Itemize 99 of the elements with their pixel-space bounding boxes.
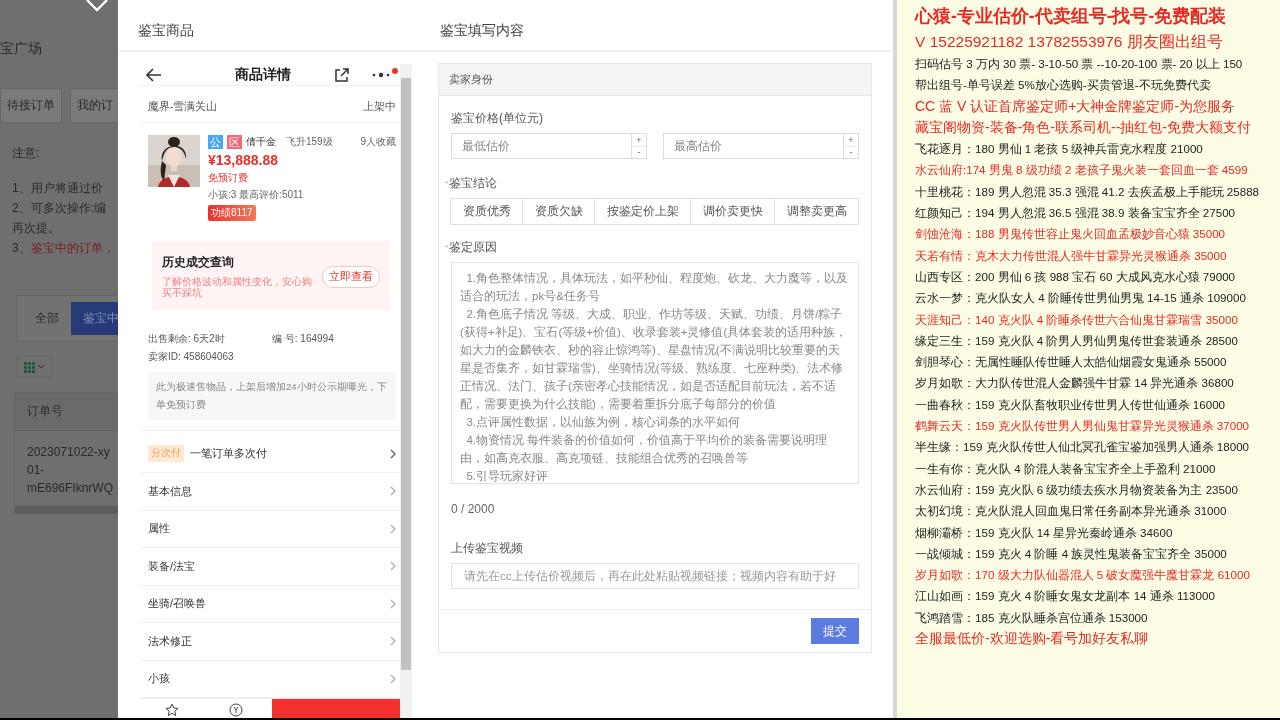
note-line: 飞鸿踏雪：185 克火队睡杀宫位通杀 153000 [915, 609, 1149, 626]
panel-title: 鉴宝商品 [118, 0, 420, 52]
note-line: 一生有你：克火队 4 阶混人装备宝宝齐全上手盈利 21000 [915, 460, 1217, 477]
note-line: 岁月如歌：大力队传世混人金麟强牛甘霖 14 异光通杀 36800 [915, 375, 1235, 392]
share-icon[interactable] [334, 66, 350, 83]
notice-text: 2、可多次操作:编 [12, 200, 108, 217]
note-line: CC 蓝 V 认证首席鉴定师+大神金牌鉴定师-为您服务 [915, 96, 1237, 116]
note-line: 一曲春秋：159 克火队畜牧职业传世男人传世仙通杀 16000 [915, 396, 1227, 413]
required-mark: * [445, 243, 449, 252]
note-line: 帮出组号-单号误差 5%放心选购-买贵管退-不玩免费代卖 [915, 77, 1212, 94]
note-line: 太初幻境：克火队混人回血鬼日常任务副本异光通杀 31000 [915, 503, 1228, 520]
price-field[interactable]: 最高估价 [663, 133, 843, 159]
video-link-field[interactable]: 请先在cc上传估价视频后，再在此处粘贴视频链接；视频内容有助于好 [451, 563, 859, 589]
required-mark: * [445, 179, 449, 188]
chevron-right-icon [390, 523, 396, 534]
section-title: 卖家身份 [439, 64, 871, 96]
star-icon[interactable] [165, 703, 179, 717]
server-name: 魔界-雪满关山 [148, 100, 218, 114]
conclusion-option[interactable]: 资质优秀 [450, 198, 523, 225]
note-line: 剑蚀沧海：188 男鬼传世容止鬼火回血孟极妙音心猿 35000 [915, 226, 1227, 243]
tag: 公 [208, 135, 223, 149]
grid-icon [23, 361, 35, 373]
listing-note: 此为极速售物品，上架后增加24小时公示期曝光，下单免预订费 [148, 372, 396, 420]
conclusion-option[interactable]: 资质欠缺 [522, 198, 595, 225]
notice-text: 1、用户将通过价 [12, 180, 104, 197]
character-counter: 0 / 2000 [451, 502, 496, 516]
note-line: V 15225921182 13782553976 朋友圈出组号 [915, 32, 1224, 52]
chevron-right-icon [390, 673, 396, 684]
fee-note: 免预订费 [208, 171, 249, 185]
merit-tag: 功绩8117 [208, 205, 256, 221]
note-line: 水云仙府：159 克火队 6 级功绩去疾水月物资装备为主 23500 [915, 481, 1239, 498]
price: ¥13,888.88 [208, 152, 280, 168]
character-stats: 小孩:3 最高评价:5011 [208, 188, 305, 202]
notice-text: 再次提。 [12, 220, 61, 237]
table-cell-text: 2023071022-xy 01- mE696FIknrWQ [26, 444, 114, 497]
coin-icon[interactable] [229, 703, 243, 717]
listing-status: 上架中 [363, 100, 396, 114]
note-line: 剑胆琴心：无属性睡队传世睡人太皓仙烟霞女鬼通杀 55000 [915, 354, 1228, 371]
seller-id: 卖家ID: 458604063 [148, 350, 235, 364]
field-label: 鉴定原因 [449, 239, 498, 256]
installment-row[interactable]: 分次付 一笔订单多次付 [140, 430, 400, 473]
note-line: 天涯知己：140 克火队 4 阶睡杀传世六合仙鬼甘霖瑞雪 35000 [915, 311, 1239, 328]
time-remaining: 出售剩余: 6天2时 [148, 332, 226, 346]
conclusion-option[interactable]: 调整卖更高 [774, 198, 859, 225]
history-title: 历史成交查询 [162, 255, 235, 270]
submit-button[interactable]: 提交 [811, 618, 859, 644]
character-name: 倩千金 [246, 135, 276, 149]
note-line: 全服最低价-欢迎选购-看号加好友私聊 [915, 629, 1150, 648]
chevron-right-icon [390, 448, 396, 459]
page-title: 宝广场 [0, 40, 43, 58]
reason-field[interactable]: 1.角色整体情况，具体玩法，如平秒仙、程度炮、砍龙、大力魔等，以及适合的玩法，pk号&任务号 2.角色底子情况 等级、大成、职业、作坊等级、天赋、功绩、月饼/粽子(获得+补足)、宝石(等级+价值)、收录套装+灵修值(具体套装的适用种族，如大力的金麟铁衣、秒的容止惊鸿等)、星盘情况(不满说明比较重要的天星是否集齐，如甘霖瑞雪)、坐骑情况(等级、熟练度、七座种类)、法术修正情况、法门、孩子(亲密孝心技能情况，如是否适配目前玩法，若不适配，需要更换为什么技能)，需要着重拆分底子每部分的价值 3.点评属性数据，以仙族为例，核心词条的水平如何 4.物资情况 每件装备的价值如何，价值高于平均价的装备需要说明理由，如高克衣服、高克项链、技能组合优秀的召唤兽等 5.引导玩家好评 [451, 262, 859, 484]
note-line: 水云仙府:174 男鬼 8 级功绩 2 老孩子鬼火装一套回血一套 4599 [915, 162, 1249, 179]
note-line: 飞花逐月：180 男仙 1 老孩 5 级神兵雷克水程度 21000 [915, 141, 1204, 158]
favorite-count: 9人收藏 [360, 135, 396, 149]
note-line: 岁月如歌：170 级大力队仙器混人 5 破女魔强牛魔甘霖龙 61000 [915, 567, 1251, 584]
note-line: 鹤舞云天：159 克火队传世男人男仙鬼甘霖异光灵猴通杀 37000 [915, 418, 1251, 435]
installment-badge: 分次付 [148, 445, 184, 462]
note-line: 半生缘：159 克火队传世人仙北冥孔雀宝鉴加强男人通杀 18000 [915, 439, 1251, 456]
note-line: 烟柳灞桥：159 克火队 14 星异光秦岭通杀 34600 [915, 524, 1174, 541]
note-line: 扫码估号 3 万内 30 票- 3-10-50 票 --10-20-100 票- 20 以上 150 [915, 56, 1244, 72]
note-line: 一战倾城：159 克火 4 阶睡 4 族灵性鬼装备宝宝齐全 35000 [915, 545, 1228, 562]
installment-text: 一笔订单多次付 [190, 446, 267, 461]
chevron-right-icon [390, 486, 396, 497]
note-line: 藏宝阁物资-装备-角色-联系司机--抽红包-免费大额支付 [915, 117, 1252, 137]
note-line: 山西专区：200 男仙 6 孩 988 宝石 60 大成风克水心猿 79000 [915, 268, 1237, 285]
field-label: 鉴宝结论 [449, 175, 498, 192]
chevron-right-icon [390, 561, 396, 572]
notice-text: 3、鉴宝中的订单， [12, 240, 116, 257]
view-button[interactable]: 立即查看 [322, 265, 380, 288]
chevron-right-icon [390, 636, 396, 647]
note-line: 红颜知己：194 男人忽混 36.5 强混 38.9 装备宝宝齐全 27500 [915, 205, 1237, 222]
conclusion-option[interactable]: 调价卖更快 [690, 198, 775, 225]
notification-dot [392, 68, 398, 74]
filter-tab[interactable]: 鉴宝中 [71, 302, 118, 335]
chevron-right-icon [390, 598, 396, 609]
price-field[interactable]: 最低估价 [451, 133, 631, 159]
note-line: 江山如画：159 克火 4 阶睡女鬼女龙副本 14 通杀 113000 [915, 588, 1216, 605]
scrollbar[interactable] [400, 64, 412, 718]
back-arrow-icon[interactable] [146, 67, 162, 82]
field-label: 鉴宝价格(单位元) [451, 110, 544, 127]
note-line: 天若有情：克木大力传世混人强牛甘霖异光灵猴通杀 35000 [915, 247, 1228, 264]
note-line: 缘定三生：159 克火队 4 阶男人男仙男鬼传世套装通杀 28500 [915, 332, 1239, 349]
note-line: 云水一梦：克火队女人 4 阶睡传世男仙男鬼 14-15 通杀 109000 [915, 290, 1247, 307]
tag: 区 [227, 135, 242, 149]
screen-title: 商品详情 [234, 65, 292, 84]
column-header: 订单号 [15, 393, 118, 431]
conclusion-option[interactable]: 按鉴定价上架 [594, 198, 691, 225]
scrollbar[interactable] [14, 506, 118, 514]
notice-title: 注意: [12, 145, 41, 162]
field-label: 上传鉴宝视频 [451, 540, 524, 557]
history-subtitle: 了解价格波动和属性变化，安心购买不踩坑 [162, 276, 313, 298]
note-line: 十里桃花：189 男人忽混 35.3 强混 41.2 去疾孟极上手能玩 25888 [915, 183, 1261, 200]
panel-title: 鉴宝填写内容 [420, 0, 893, 52]
caret-icon [36, 364, 45, 370]
serial-number: 编 号: 164994 [272, 332, 335, 346]
note-line: 心猿-专业估价-代卖组号-找号-免费配装 [915, 5, 1228, 28]
more-icon[interactable] [372, 71, 390, 78]
close-icon[interactable] [85, 0, 109, 12]
character-level: 飞升159级 [286, 135, 333, 149]
